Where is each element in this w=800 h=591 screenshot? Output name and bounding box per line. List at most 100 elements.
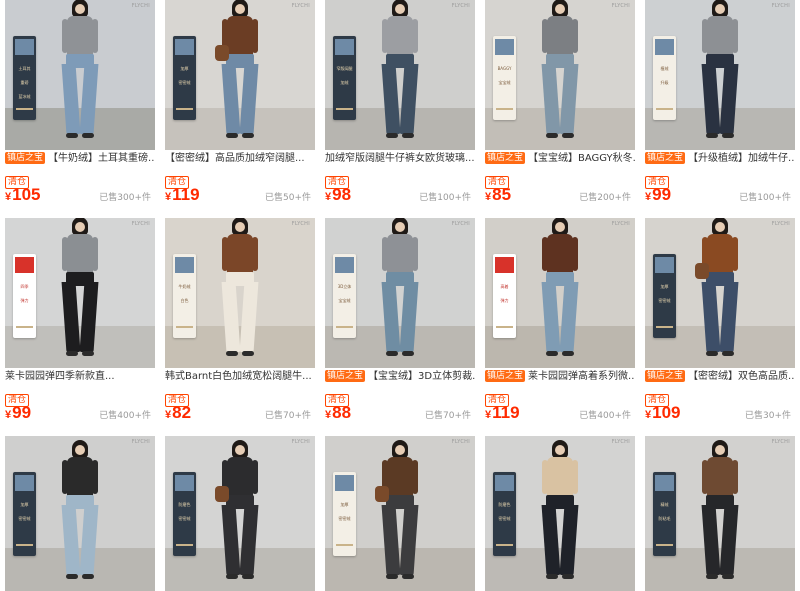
product-card[interactable]: FLYCHI 加厚 密密绒: [320, 436, 480, 591]
product-title[interactable]: 【升级植绒】加绒牛仔...: [688, 153, 795, 164]
model-figure: [377, 218, 423, 360]
product-card[interactable]: FLYCHI 3D立体 宝宝绒 镇店之宝 【宝宝绒】3D立体剪裁... 清仓 ¥…: [320, 218, 480, 436]
jeans-leg-left: [701, 282, 721, 352]
product-image[interactable]: FLYCHI 加厚 密密绒: [645, 218, 795, 368]
product-price: ¥85: [485, 185, 511, 205]
shoe-right: [562, 351, 574, 356]
product-image[interactable]: FLYCHI 加厚 密密绒: [165, 0, 315, 150]
model-face: [395, 4, 405, 14]
product-price: ¥88: [325, 403, 351, 423]
model-figure: [215, 438, 263, 583]
shoe-right: [402, 351, 414, 356]
product-card[interactable]: FLYCHI 植绒 升级 镇店之宝 【升级植绒】加绒牛仔... 清仓 ¥99 已…: [640, 0, 800, 218]
model-figure: [217, 218, 263, 360]
product-title-row[interactable]: 镇店之宝 莱卡园园弹高着系列微...: [485, 369, 635, 385]
shoe-left: [546, 133, 558, 138]
shoe-left: [706, 133, 718, 138]
fabric-swatch: [175, 257, 194, 273]
fabric-swatch: [335, 257, 354, 273]
sold-count: 已售100+件: [739, 193, 791, 203]
product-card[interactable]: FLYCHI 窄版阔腿 加绒 加绒窄版阔腿牛仔裤女欧货玻璃... 清仓 ¥98 …: [320, 0, 480, 218]
jeans-leg-right: [399, 505, 419, 575]
product-title-row[interactable]: 【密密绒】高品质加绒窄阔腿...: [165, 151, 315, 167]
model-face: [75, 4, 85, 14]
model-jeans: [61, 272, 99, 356]
product-card[interactable]: FLYCHI 加厚 密密绒: [160, 0, 320, 218]
product-title-row[interactable]: 镇店之宝 【宝宝绒】BAGGY秋冬...: [485, 151, 635, 167]
handbag: [375, 486, 389, 502]
shoe-right: [562, 574, 574, 579]
price-row: ¥98 已售100+件: [325, 185, 475, 207]
product-title-row[interactable]: 镇店之宝 【升级植绒】加绒牛仔...: [645, 151, 795, 167]
product-card[interactable]: FLYCHI 防磨色 密密绒: [480, 436, 640, 591]
brand-watermark: FLYCHI: [291, 221, 310, 227]
product-title[interactable]: 加绒窄版阔腿牛仔裤女欧货玻璃...: [325, 153, 475, 164]
feature-text: 防磨色: [178, 502, 191, 507]
product-title[interactable]: 【宝宝绒】3D立体剪裁...: [368, 371, 475, 382]
sold-count: 已售70+件: [265, 411, 311, 421]
product-title-row[interactable]: 韩式Barnt白色加绒宽松阔腿牛...: [165, 369, 315, 385]
price-row: ¥105 已售300+件: [5, 185, 155, 207]
product-title-row[interactable]: 镇店之宝 【牛奶绒】土耳其重磅...: [5, 151, 155, 167]
product-title[interactable]: 【牛奶绒】土耳其重磅...: [48, 153, 155, 164]
price-value: 119: [172, 185, 200, 204]
product-image[interactable]: FLYCHI 四季 弹力: [5, 218, 155, 368]
feature-divider: [176, 326, 193, 328]
product-card[interactable]: FLYCHI 土耳其 重磅 蓝冰绒 镇店之宝 【牛奶绒】土耳其重磅... 清仓 …: [0, 0, 160, 218]
product-image[interactable]: FLYCHI 高着 弹力: [485, 218, 635, 368]
model-top: [547, 16, 573, 56]
model-jeans: [701, 54, 739, 138]
product-image[interactable]: FLYCHI 窄版阔腿 加绒: [325, 0, 475, 150]
shop-treasure-tag: 镇店之宝: [485, 152, 526, 164]
product-image[interactable]: FLYCHI 3D立体 宝宝绒: [325, 218, 475, 368]
product-title[interactable]: 【密密绒】高品质加绒窄阔腿...: [165, 153, 305, 164]
product-price: ¥99: [645, 185, 671, 205]
product-image[interactable]: FLYCHI 土耳其 重磅 蓝冰绒: [5, 0, 155, 150]
product-image[interactable]: FLYCHI 植绒 升级: [645, 0, 795, 150]
promo-tag-row: 清仓: [165, 169, 315, 189]
fabric-swatch: [655, 475, 674, 491]
product-card[interactable]: FLYCHI 加厚 密密绒: [640, 218, 800, 436]
product-card[interactable]: FLYCHI 高着 弹力 镇店之宝 莱卡园园弹高着系列微... 清仓 ¥119 …: [480, 218, 640, 436]
model-jeans: [221, 272, 259, 356]
brand-watermark: FLYCHI: [771, 439, 790, 445]
brand-watermark: FLYCHI: [291, 439, 310, 445]
product-title[interactable]: 【密密绒】双色高品质...: [688, 371, 795, 382]
product-image[interactable]: FLYCHI 加厚 密密绒: [325, 436, 475, 591]
product-image[interactable]: FLYCHI 牛奶绒 白色: [165, 218, 315, 368]
currency-symbol: ¥: [645, 409, 652, 421]
product-image[interactable]: FLYCHI 防磨色 密密绒: [485, 436, 635, 591]
product-title[interactable]: 莱卡园园弹四季新款直...: [5, 371, 115, 382]
feature-text: 植绒: [660, 66, 669, 71]
product-card[interactable]: FLYCHI 四季 弹力 莱卡园园弹四季新款直... 清仓 ¥99 已售400+…: [0, 218, 160, 436]
jeans-leg-left: [701, 64, 721, 134]
promo-tag-row: 清仓: [325, 387, 475, 407]
product-title[interactable]: 韩式Barnt白色加绒宽松阔腿牛...: [165, 371, 312, 382]
product-title-row[interactable]: 镇店之宝 【宝宝绒】3D立体剪裁...: [325, 369, 475, 385]
product-card[interactable]: FLYCHI BAGGY 宝宝绒 镇店之宝 【宝宝绒】BAGGY秋冬... 清仓…: [480, 0, 640, 218]
feature-divider: [336, 326, 353, 328]
product-image[interactable]: FLYCHI 加厚 密密绒: [5, 436, 155, 591]
sold-count: 已售50+件: [265, 193, 311, 203]
product-title[interactable]: 莱卡园园弹高着系列微...: [528, 371, 635, 382]
jeans-leg-right: [719, 282, 739, 352]
product-image[interactable]: FLYCHI BAGGY 宝宝绒: [485, 0, 635, 150]
product-card[interactable]: FLYCHI 精绒 防粘毛: [640, 436, 800, 591]
model-face: [555, 4, 565, 14]
product-card[interactable]: FLYCHI 防磨色 密密绒: [160, 436, 320, 591]
product-title[interactable]: 【宝宝绒】BAGGY秋冬...: [528, 153, 635, 164]
product-image[interactable]: FLYCHI 精绒 防粘毛: [645, 436, 795, 591]
model-face: [555, 222, 565, 232]
product-card[interactable]: FLYCHI 加厚 密密绒: [0, 436, 160, 591]
product-title-row[interactable]: 莱卡园园弹四季新款直...: [5, 369, 155, 385]
product-title-row[interactable]: 镇店之宝 【密密绒】双色高品质...: [645, 369, 795, 385]
product-card[interactable]: FLYCHI 牛奶绒 白色 韩式Barnt白色加绒宽松阔腿牛... 清仓 ¥82…: [160, 218, 320, 436]
fabric-swatch: [495, 475, 514, 491]
model-top: [547, 234, 573, 274]
shoe-left: [706, 351, 718, 356]
jeans-leg-left: [381, 282, 401, 352]
jeans-leg-left: [221, 64, 241, 134]
product-title-row[interactable]: 加绒窄版阔腿牛仔裤女欧货玻璃...: [325, 151, 475, 167]
product-image[interactable]: FLYCHI 防磨色 密密绒: [165, 436, 315, 591]
price-value: 85: [492, 185, 512, 204]
